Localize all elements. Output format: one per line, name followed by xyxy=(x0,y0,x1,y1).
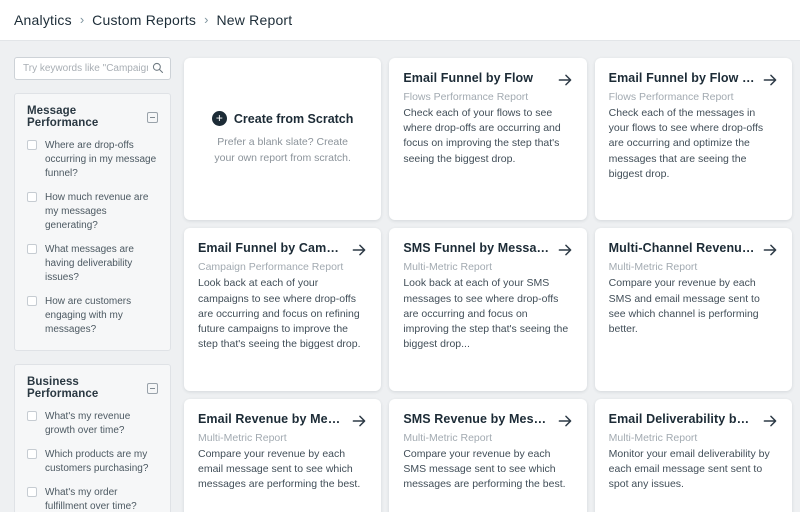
report-card[interactable]: Email Funnel by Campaign Campaign Perfor… xyxy=(184,228,381,390)
plus-circle-icon: + xyxy=(212,111,227,126)
filter-question-label: Where are drop-offs occurring in my mess… xyxy=(45,139,158,181)
checkbox[interactable] xyxy=(27,296,37,306)
filter-section: Business Performance What's my revenue g… xyxy=(14,364,171,512)
filter-question-list: Where are drop-offs occurring in my mess… xyxy=(27,139,158,337)
report-card[interactable]: SMS Funnel by Message Multi-Metric Repor… xyxy=(389,228,586,390)
breadcrumb-item[interactable]: Analytics xyxy=(14,12,72,28)
collapse-icon[interactable] xyxy=(147,383,158,394)
report-card-description: Look back at each of your campaigns to s… xyxy=(198,276,367,352)
filter-question-label: What messages are having deliverability … xyxy=(45,243,158,285)
report-card-title: Email Deliverability by Message xyxy=(609,412,756,426)
app-header: Analytics › Custom Reports › New Report xyxy=(0,0,800,41)
report-card-subtitle: Multi-Metric Report xyxy=(609,432,778,444)
report-card-description: Check each of your flows to see where dr… xyxy=(403,106,572,167)
search-icon xyxy=(152,62,164,74)
report-card[interactable]: Email Funnel by Flow Flows Performance R… xyxy=(389,58,586,220)
filter-section-title: Message Performance xyxy=(27,105,147,129)
report-card[interactable]: SMS Revenue by Message Multi-Metric Repo… xyxy=(389,399,586,512)
filter-question-list: What's my revenue growth over time? Whic… xyxy=(27,410,158,512)
report-card-title: Multi-Channel Revenue by Mess... xyxy=(609,241,756,255)
filter-section-title: Business Performance xyxy=(27,376,147,400)
report-card-subtitle: Multi-Metric Report xyxy=(609,261,778,273)
report-card-header: Email Funnel by Campaign xyxy=(198,241,367,258)
report-card-description: Look back at each of your SMS messages t… xyxy=(403,276,572,352)
report-card-description: Compare your revenue by each SMS message… xyxy=(403,447,572,493)
filter-question[interactable]: Where are drop-offs occurring in my mess… xyxy=(27,139,158,181)
report-card-title: SMS Revenue by Message xyxy=(403,412,550,426)
breadcrumb-item[interactable]: Custom Reports xyxy=(92,12,196,28)
filter-question-label: How much revenue are my messages generat… xyxy=(45,191,158,233)
arrow-right-icon[interactable] xyxy=(351,242,367,258)
report-card-subtitle: Multi-Metric Report xyxy=(403,261,572,273)
report-card-subtitle: Multi-Metric Report xyxy=(198,432,367,444)
checkbox[interactable] xyxy=(27,192,37,202)
report-card-header: Email Funnel by Flow xyxy=(403,71,572,88)
arrow-right-icon[interactable] xyxy=(762,242,778,258)
filter-question[interactable]: What's my revenue growth over time? xyxy=(27,410,158,438)
checkbox[interactable] xyxy=(27,411,37,421)
report-card-subtitle: Multi-Metric Report xyxy=(403,432,572,444)
checkbox[interactable] xyxy=(27,244,37,254)
report-card[interactable]: Email Funnel by Flow Message Flows Perfo… xyxy=(595,58,792,220)
report-card-description: Monitor your email deliverability by eac… xyxy=(609,447,778,493)
report-card-subtitle: Flows Performance Report xyxy=(403,91,572,103)
create-card-title: Create from Scratch xyxy=(234,112,354,126)
filter-question[interactable]: How much revenue are my messages generat… xyxy=(27,191,158,233)
arrow-right-icon[interactable] xyxy=(557,242,573,258)
breadcrumb: Analytics › Custom Reports › New Report xyxy=(14,12,292,28)
report-card-header: Email Deliverability by Message xyxy=(609,412,778,429)
arrow-right-icon[interactable] xyxy=(762,72,778,88)
breadcrumb-item: New Report xyxy=(216,12,292,28)
filter-question[interactable]: How are customers engaging with my messa… xyxy=(27,295,158,337)
filter-section-header: Message Performance xyxy=(27,105,158,129)
report-card-description: Check each of the messages in your flows… xyxy=(609,106,778,182)
content: Message Performance Where are drop-offs … xyxy=(0,41,800,512)
report-card-title: Email Funnel by Campaign xyxy=(198,241,345,255)
arrow-right-icon[interactable] xyxy=(557,413,573,429)
filter-question-label: Which products are my customers purchasi… xyxy=(45,448,158,476)
filter-question-label: What's my order fulfillment over time? xyxy=(45,486,158,512)
arrow-right-icon[interactable] xyxy=(351,413,367,429)
report-card-title: Email Funnel by Flow Message xyxy=(609,71,756,85)
breadcrumb-separator-icon: › xyxy=(204,12,208,27)
sidebar-sections: Message Performance Where are drop-offs … xyxy=(14,93,171,512)
search-wrap xyxy=(14,57,171,80)
collapse-icon[interactable] xyxy=(147,112,158,123)
report-card-header: SMS Funnel by Message xyxy=(403,241,572,258)
filter-question-label: How are customers engaging with my messa… xyxy=(45,295,158,337)
create-card-description: Prefer a blank slate? Create your own re… xyxy=(208,135,357,167)
report-card-header: Email Revenue by Message xyxy=(198,412,367,429)
filter-section-header: Business Performance xyxy=(27,376,158,400)
create-title-row: + Create from Scratch xyxy=(212,111,354,126)
report-card-description: Compare your revenue by each SMS and ema… xyxy=(609,276,778,337)
sidebar: Message Performance Where are drop-offs … xyxy=(14,41,171,512)
create-from-scratch-card[interactable]: + Create from Scratch Prefer a blank sla… xyxy=(184,58,381,220)
report-card[interactable]: Email Revenue by Message Multi-Metric Re… xyxy=(184,399,381,512)
report-card[interactable]: Email Deliverability by Message Multi-Me… xyxy=(595,399,792,512)
report-card-subtitle: Campaign Performance Report xyxy=(198,261,367,273)
report-card-header: Multi-Channel Revenue by Mess... xyxy=(609,241,778,258)
filter-question[interactable]: Which products are my customers purchasi… xyxy=(27,448,158,476)
report-card[interactable]: Multi-Channel Revenue by Mess... Multi-M… xyxy=(595,228,792,390)
checkbox[interactable] xyxy=(27,449,37,459)
report-card-subtitle: Flows Performance Report xyxy=(609,91,778,103)
filter-section: Message Performance Where are drop-offs … xyxy=(14,93,171,351)
arrow-right-icon[interactable] xyxy=(557,72,573,88)
filter-question[interactable]: What's my order fulfillment over time? xyxy=(27,486,158,512)
search-input[interactable] xyxy=(14,57,171,80)
filter-question-label: What's my revenue growth over time? xyxy=(45,410,158,438)
breadcrumb-separator-icon: › xyxy=(80,12,84,27)
checkbox[interactable] xyxy=(27,140,37,150)
report-card-description: Compare your revenue by each email messa… xyxy=(198,447,367,493)
report-card-header: Email Funnel by Flow Message xyxy=(609,71,778,88)
report-card-title: Email Funnel by Flow xyxy=(403,71,533,85)
filter-question[interactable]: What messages are having deliverability … xyxy=(27,243,158,285)
arrow-right-icon[interactable] xyxy=(762,413,778,429)
report-card-header: SMS Revenue by Message xyxy=(403,412,572,429)
report-card-title: SMS Funnel by Message xyxy=(403,241,550,255)
report-card-title: Email Revenue by Message xyxy=(198,412,345,426)
checkbox[interactable] xyxy=(27,487,37,497)
report-grid: + Create from Scratch Prefer a blank sla… xyxy=(184,58,792,512)
